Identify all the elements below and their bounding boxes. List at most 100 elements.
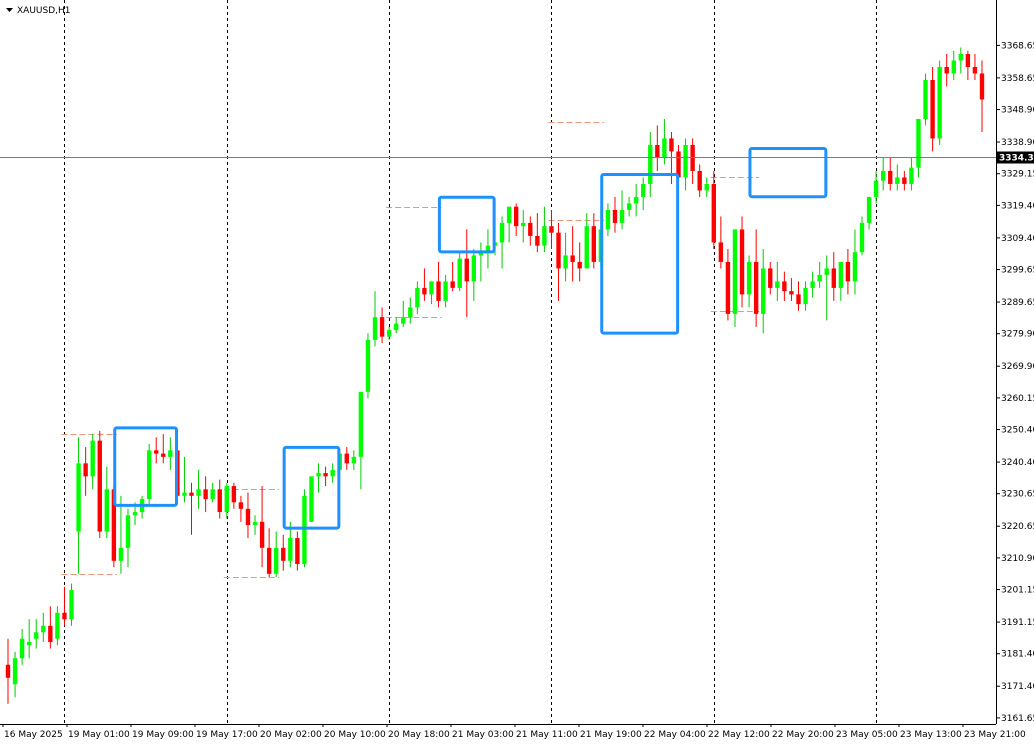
time-tick-label: 21 May 03:00	[452, 730, 514, 740]
candle-body	[506, 206, 512, 223]
candle-body	[69, 590, 74, 620]
candle-body	[436, 281, 441, 301]
price-tick-label: 3279.90	[1001, 330, 1034, 340]
candle-body	[641, 183, 646, 197]
candle-body	[224, 486, 229, 513]
candle-body	[443, 281, 448, 301]
price-tick-label: 3329.15	[1001, 170, 1034, 180]
candle-body	[732, 229, 738, 314]
candle-body	[739, 229, 745, 295]
time-tick-label: 20 May 18:00	[388, 730, 450, 740]
candle-body	[937, 66, 942, 139]
time-tick-label: 20 May 02:00	[260, 730, 322, 740]
current-price-label: 3334.38	[999, 154, 1034, 164]
candle-body	[34, 632, 39, 639]
candle-body	[619, 209, 625, 223]
candle-body	[408, 307, 413, 318]
price-tick-label: 3201.15	[1001, 586, 1034, 596]
candle-body	[323, 473, 328, 477]
candle-body	[753, 261, 759, 314]
candle-body	[499, 222, 505, 243]
candle-body	[118, 547, 124, 561]
candle-body	[521, 222, 526, 227]
candle-body	[302, 495, 307, 565]
candle-body	[415, 287, 420, 308]
candle-body	[168, 450, 173, 457]
candle-body	[429, 281, 434, 295]
candle-body	[542, 226, 547, 246]
candle-body	[372, 317, 378, 340]
candle-body	[711, 183, 716, 243]
candle-body	[196, 489, 201, 496]
candle[interactable]	[937, 60, 942, 145]
candle-body	[330, 469, 335, 477]
candle-body	[394, 323, 399, 331]
candle-body	[958, 53, 964, 61]
candle-body	[845, 261, 851, 282]
time-tick-label: 23 May 21:00	[964, 730, 1026, 740]
candle-body	[76, 463, 81, 532]
candle-body	[535, 235, 540, 246]
candle-body	[761, 268, 766, 314]
time-tick-label: 16 May 2025	[4, 730, 63, 740]
candle-body	[775, 281, 780, 288]
candle-body	[238, 502, 244, 509]
candle-body	[824, 268, 829, 275]
time-tick-label: 19 May 09:00	[132, 730, 194, 740]
candle-body	[923, 79, 928, 119]
candle-body	[979, 73, 985, 100]
candle-body	[203, 489, 208, 500]
candle-body	[125, 515, 131, 548]
candle-body	[930, 79, 935, 139]
candle-body	[182, 492, 187, 496]
time-tick-label: 22 May 20:00	[772, 730, 834, 740]
time-tick-label: 19 May 17:00	[196, 730, 258, 740]
candle-body	[41, 625, 46, 633]
candle-body	[704, 183, 709, 191]
candle-body	[556, 232, 561, 269]
price-tick-label: 3240.40	[1001, 458, 1034, 468]
price-tick-label: 3358.65	[1001, 74, 1034, 84]
candle[interactable]	[97, 430, 102, 539]
candle-body	[662, 138, 667, 158]
candle-body	[909, 167, 914, 184]
price-tick-label: 3191.15	[1001, 618, 1034, 628]
candle-body	[252, 521, 258, 526]
price-tick-label: 3368.65	[1001, 41, 1034, 51]
candle-body	[90, 440, 95, 477]
candle[interactable]	[732, 229, 738, 327]
candle-body	[344, 453, 349, 464]
candle-body	[401, 317, 406, 324]
candle-body	[231, 486, 237, 503]
candle[interactable]	[146, 443, 152, 506]
price-tick-label: 3309.40	[1001, 234, 1034, 244]
candle-body	[19, 638, 25, 659]
candle-body	[358, 391, 364, 457]
candle-body	[584, 226, 589, 269]
candle-body	[838, 261, 844, 288]
price-tick-label: 3260.15	[1001, 394, 1034, 404]
candle[interactable]	[365, 333, 371, 399]
candle-body	[577, 261, 582, 269]
price-tick-label: 3348.90	[1001, 106, 1034, 116]
price-tick-label: 3269.90	[1001, 362, 1034, 372]
price-chart[interactable]: 3368.65 3358.65 3348.90 3338.90 3329.15 3319.…	[0, 0, 1034, 749]
candle-body	[104, 489, 109, 532]
candle-body	[768, 268, 773, 288]
symbol-title: XAUUSD,H1	[17, 6, 71, 16]
time-tick-label: 20 May 10:00	[324, 730, 386, 740]
candle-body	[97, 440, 102, 532]
candle-body	[669, 138, 674, 152]
candle-body	[386, 330, 392, 337]
candle-body	[281, 547, 286, 561]
candle[interactable]	[309, 476, 314, 522]
candle-body	[866, 196, 872, 223]
price-tick-label: 3230.65	[1001, 490, 1034, 500]
candle[interactable]	[739, 216, 745, 308]
time-tick-label: 23 May 13:00	[900, 730, 962, 740]
candle-body	[457, 258, 462, 288]
candle-body	[563, 255, 568, 269]
candle[interactable]	[923, 73, 928, 126]
time-tick-label: 22 May 04:00	[644, 730, 706, 740]
price-tick-label: 3299.65	[1001, 266, 1034, 276]
